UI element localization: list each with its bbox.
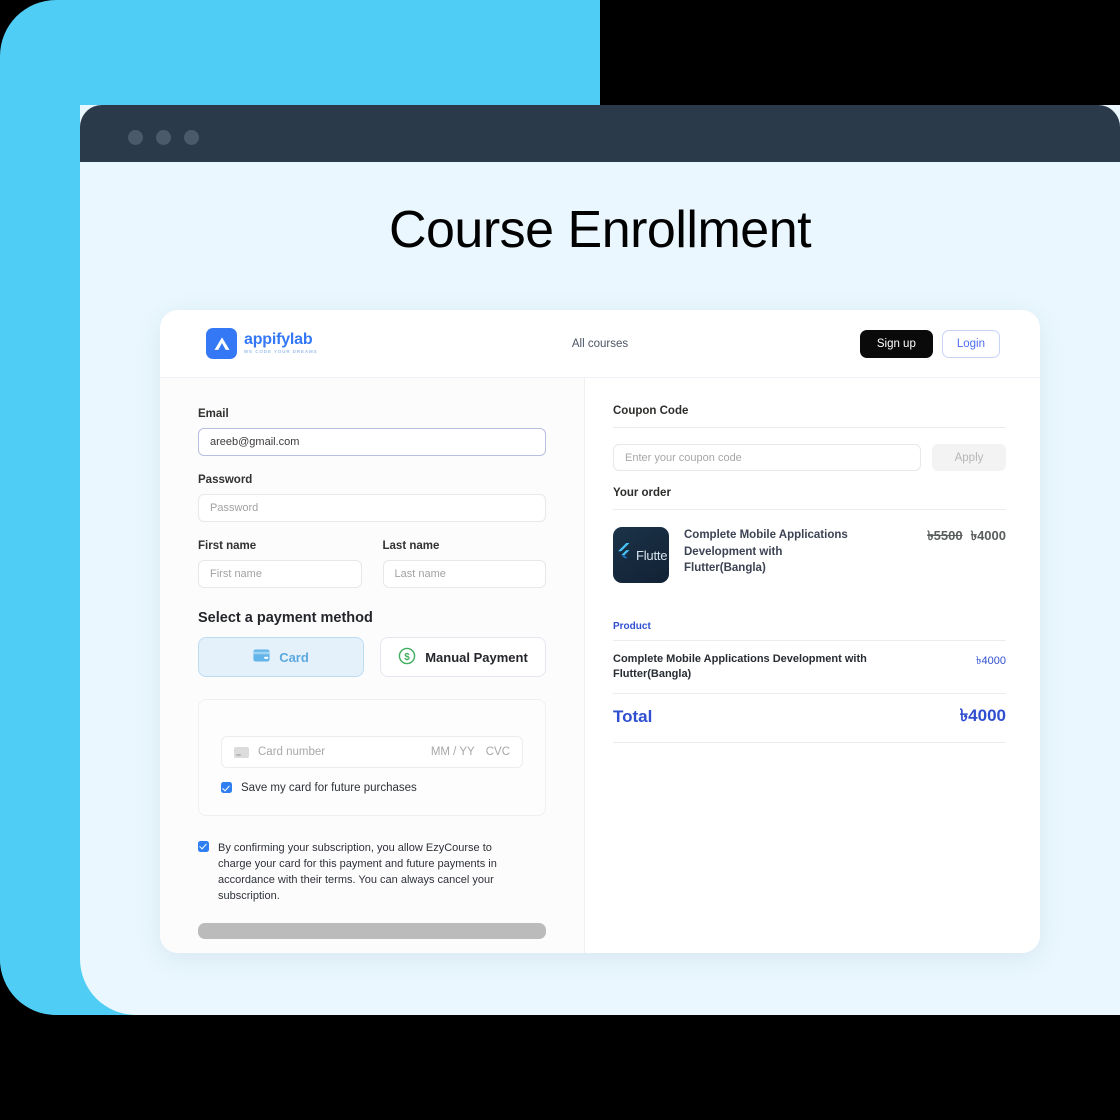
total-value: ৳4000 [959,705,1006,725]
maximize-dot-icon[interactable] [184,130,199,145]
card-expiry-field[interactable]: MM / YY [431,746,475,758]
order-item-prices: ৳5500 ৳4000 [927,527,1006,548]
save-card-row[interactable]: Save my card for future purchases [221,781,523,797]
payment-option-manual[interactable]: $ Manual Payment [380,637,546,677]
brand-wordmark: appifylab WE CODE YOUR DREAMS [244,332,318,355]
page-title: Course Enrollment [388,201,812,259]
apply-coupon-button[interactable]: Apply [932,444,1006,471]
brand-tagline: WE CODE YOUR DREAMS [244,349,318,355]
minimize-dot-icon[interactable] [156,130,171,145]
coupon-row: Enter your coupon code Apply [613,444,1006,471]
last-name-group: Last name Last name [382,540,546,588]
brand-logo[interactable]: appifylab WE CODE YOUR DREAMS [206,328,318,359]
signup-button[interactable]: Sign up [859,329,933,358]
window-controls [128,130,199,145]
original-price: ৳5500 [927,528,963,543]
your-order-label: Your order [613,487,671,499]
flutter-logo-icon [618,543,633,567]
coupon-code-label: Coupon Code [613,405,689,417]
name-fields-row: First name First name Last name Last nam… [198,540,546,588]
password-label: Password [198,474,253,486]
svg-text:$: $ [404,651,410,662]
terms-checkbox[interactable] [198,840,209,852]
close-dot-icon[interactable] [128,130,143,145]
order-item-title: Complete Mobile Applications Development… [684,529,848,575]
total-row: Total ৳4000 [613,694,1006,742]
save-card-label: Save my card for future purchases [241,782,417,794]
last-name-label: Last name [382,540,440,552]
card-number-placeholder: Card number [258,746,326,758]
login-button[interactable]: Login [941,329,1000,358]
order-line-item: Flutte Complete Mobile Applications Deve… [613,527,1006,583]
submit-button[interactable] [198,922,546,939]
save-card-checkbox[interactable] [221,782,232,793]
first-name-field[interactable]: First name [198,560,362,588]
password-field[interactable]: Password [198,494,546,522]
course-thumbnail: Flutte [613,527,669,583]
credit-card-icon [253,649,270,665]
order-summary-table: Product Complete Mobile Applications Dev… [613,621,1006,743]
payment-option-card[interactable]: Card [198,637,364,677]
email-label: Email [198,408,229,420]
screenshot-root: Course Enrollment appifylab WE CODE YOUR… [0,0,1120,1120]
checkout-form-column: Email areeb@gmail.com Password Password … [160,378,585,953]
payment-method-heading: Select a payment method [198,610,373,626]
thumbnail-label: Flutte [636,547,668,563]
thumbnail-content: Flutte [613,543,668,567]
terms-row[interactable]: By confirming your subscription, you all… [198,840,546,905]
payment-option-card-label: Card [279,649,309,665]
terms-text: By confirming your subscription, you all… [218,841,497,903]
last-name-field[interactable]: Last name [382,560,546,588]
card-cvc-field[interactable]: CVC [486,746,510,758]
coupon-input[interactable]: Enter your coupon code [613,444,921,471]
app-header: appifylab WE CODE YOUR DREAMS All course… [160,310,1040,378]
app-body: Email areeb@gmail.com Password Password … [160,378,1040,953]
email-field[interactable]: areeb@gmail.com [198,428,546,456]
discounted-price: ৳4000 [970,528,1006,543]
card-brand-icon [234,746,249,758]
brand-name: appifylab [244,331,313,349]
appifylab-mark-icon [206,328,237,359]
nav-item-all-courses[interactable]: All courses [572,338,628,350]
order-divider [613,509,1006,510]
summary-divider-bottom [613,741,1006,743]
summary-item-name: Complete Mobile Applications Development… [613,653,867,680]
card-expiry-cvc-group: MM / YY CVC [431,746,510,758]
header-actions: Sign up Login [859,329,1000,358]
first-name-group: First name First name [198,540,362,588]
app-window: appifylab WE CODE YOUR DREAMS All course… [160,310,1040,953]
first-name-label: First name [198,540,257,552]
coupon-divider [613,427,1006,428]
card-number-field[interactable]: Card number MM / YY CVC [221,736,523,768]
payment-option-manual-label: Manual Payment [425,649,528,665]
summary-row: Complete Mobile Applications Development… [613,641,1006,693]
payment-method-options: Card $ Manual Payment [198,637,546,677]
browser-chrome-bar [80,105,1120,162]
total-label: Total [613,706,653,726]
dollar-circle-icon: $ [398,647,416,668]
card-details-panel: Card number MM / YY CVC Save my card for… [198,699,546,816]
summary-column-header: Product [613,621,651,632]
order-summary-column: Coupon Code Enter your coupon code Apply… [585,378,1040,953]
summary-item-price: ৳4000 [976,655,1006,667]
